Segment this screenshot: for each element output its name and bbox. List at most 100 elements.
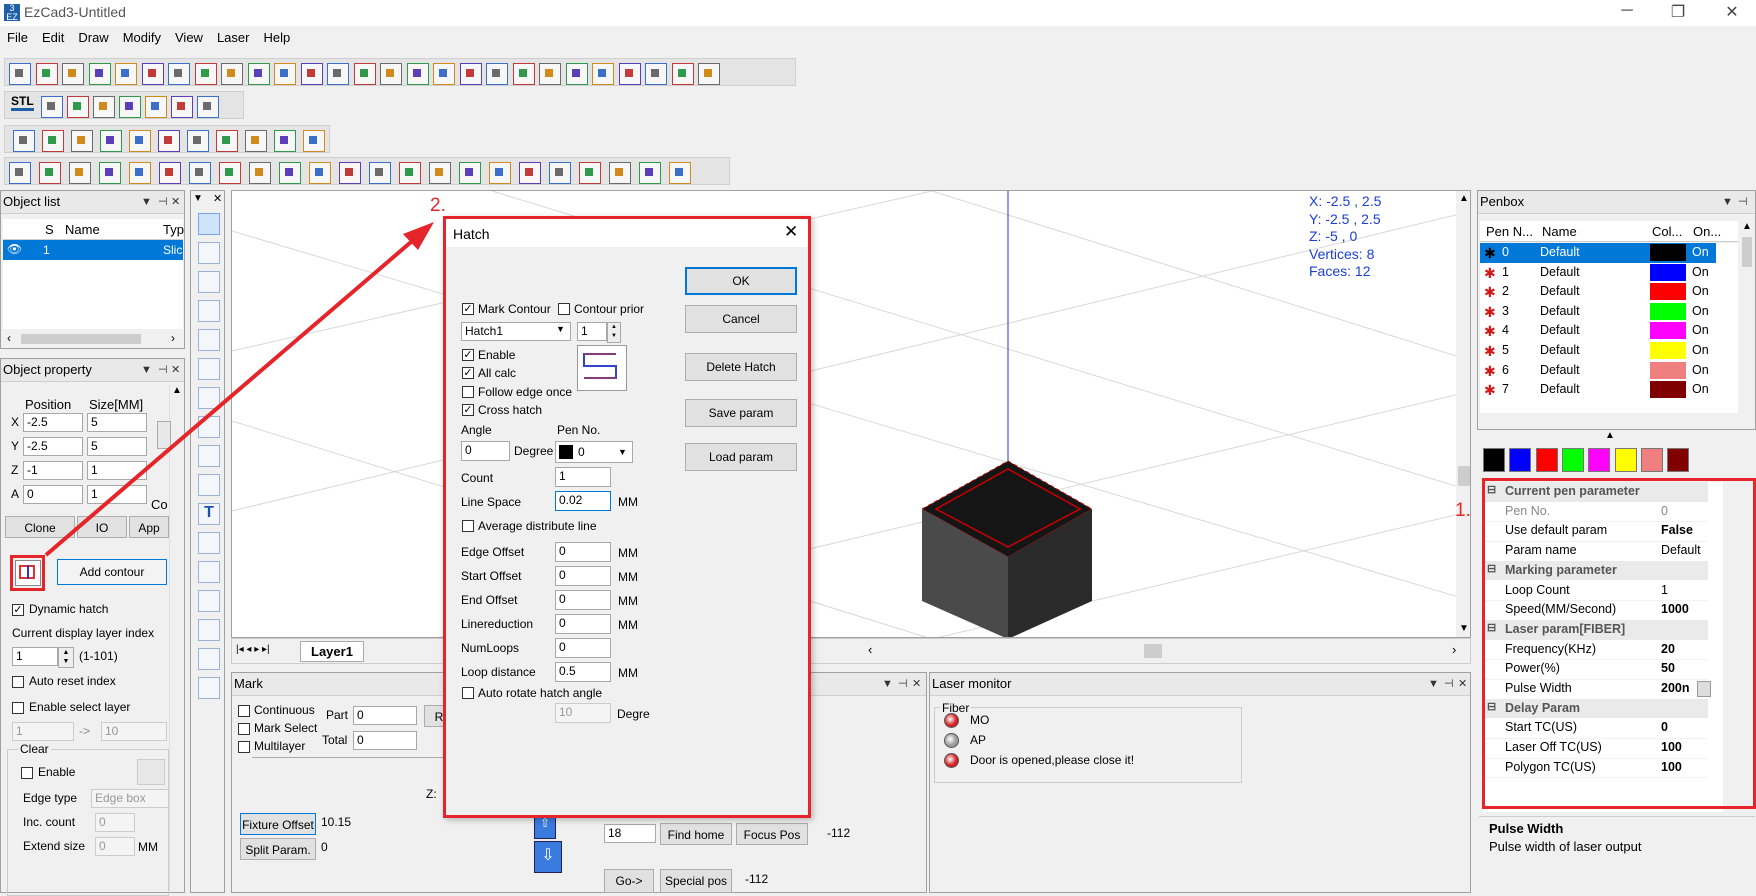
pen-color-swatch[interactable] [1650, 361, 1686, 379]
toolbar-tool-icon[interactable] [216, 130, 238, 152]
extend-size-input[interactable]: 0 [95, 837, 135, 856]
apply-button[interactable]: App [129, 516, 169, 538]
toolbar-tool-icon[interactable] [339, 162, 361, 184]
pen-row[interactable]: ✱ 0 Default On [1480, 243, 1716, 263]
column-type[interactable]: Typ [163, 222, 184, 237]
arrow-down-icon[interactable]: ⇩ [534, 841, 562, 873]
clear-hatch-button[interactable] [137, 759, 165, 785]
add-contour-button[interactable]: Add contour [57, 559, 167, 585]
toolbar-tool-icon[interactable] [99, 162, 121, 184]
close-icon[interactable]: ✕ [1717, 2, 1747, 22]
dynamic-hatch-checkbox[interactable]: ✓ [12, 604, 24, 616]
position-input[interactable]: -2.5 [23, 437, 83, 456]
toolbar-tool-icon[interactable] [519, 162, 541, 184]
position-input[interactable]: -1 [23, 461, 83, 480]
toolbar-tool-icon[interactable] [565, 63, 588, 85]
toolbar-tool-icon[interactable] [41, 96, 63, 118]
collapse-arrow-icon[interactable]: ▲ [1605, 430, 1615, 441]
pen-row[interactable]: ✱ 6 Default On [1480, 361, 1716, 381]
toolbar-tool-icon[interactable] [671, 63, 694, 85]
arrow-up-icon[interactable]: ⇧ [534, 815, 556, 839]
toolbar-tool-icon[interactable] [698, 63, 720, 85]
toolbar-tool-icon[interactable] [93, 96, 115, 118]
layer-index-input[interactable]: 1 [12, 647, 58, 666]
multilayer-checkbox[interactable] [238, 741, 250, 753]
first-layer-icon[interactable]: |◂ ◂ ▸ ▸| [236, 644, 270, 655]
column-on[interactable]: On... [1693, 224, 1721, 239]
toolbar-tool-icon[interactable] [353, 63, 376, 85]
toolbar-tool-icon[interactable] [39, 162, 61, 184]
toolbar-tool-icon[interactable] [609, 162, 631, 184]
toolbar-tool-icon[interactable] [303, 130, 325, 152]
horizontal-scrollbar[interactable]: ‹ › [3, 331, 183, 347]
toolbar-tool-icon[interactable] [549, 162, 571, 184]
position-input[interactable]: 0 [23, 485, 83, 504]
toolbar-tool-icon[interactable] [309, 162, 331, 184]
image-icon[interactable] [198, 561, 220, 583]
color-swatch[interactable] [1535, 448, 1558, 472]
menu-item-view[interactable]: View [168, 28, 210, 47]
step-input[interactable]: 18 [604, 824, 656, 843]
size-input[interactable]: 5 [87, 413, 147, 432]
toolbar-tool-icon[interactable] [245, 130, 267, 152]
toolbar-tool-icon[interactable] [369, 162, 391, 184]
special-pos-button[interactable]: Special pos [660, 869, 732, 893]
part-input[interactable]: 0 [353, 706, 417, 725]
toolbar-tool-icon[interactable] [187, 130, 209, 152]
focus-pos-input[interactable]: -112 [824, 825, 900, 844]
toolbox-dropdown-icon[interactable]: ▼ [193, 193, 203, 204]
color-swatch[interactable] [1667, 448, 1690, 472]
edge-type-select[interactable]: Edge box [91, 789, 169, 808]
column-pen-no[interactable]: Pen N... [1486, 224, 1533, 239]
toolbar-tool-icon[interactable] [579, 162, 601, 184]
eye-icon[interactable]: 👁 [7, 242, 22, 256]
maximize-icon[interactable]: ❐ [1663, 2, 1693, 22]
color-swatch[interactable] [1588, 448, 1611, 472]
vector-file-icon[interactable] [198, 590, 220, 612]
viewport[interactable]: X: -2.5 , 2.5 Y: -2.5 , 2.5 Z: -5 , 0 Verti… [231, 190, 1471, 638]
pen-row[interactable]: ✱ 1 Default On [1480, 263, 1716, 283]
toolbar-tool-icon[interactable] [274, 130, 296, 152]
toolbar-tool-icon[interactable] [539, 63, 561, 85]
output-port-icon[interactable] [198, 677, 220, 699]
toolbar-tool-icon[interactable] [168, 63, 190, 85]
toolbar-tool-icon[interactable] [194, 63, 217, 85]
viewport-hscroll[interactable]: ‹ › [864, 642, 1468, 660]
table-row[interactable]: 👁 1 Slic [3, 240, 183, 260]
size-input[interactable]: 5 [87, 437, 147, 456]
point-icon[interactable] [198, 271, 220, 293]
toolbar-tool-icon[interactable] [189, 162, 211, 184]
size-input[interactable]: 1 [87, 461, 147, 480]
text-icon[interactable]: T [198, 503, 220, 525]
close-panel-icon[interactable]: ✕ [912, 673, 921, 695]
pen-row[interactable]: ✱ 2 Default On [1480, 282, 1716, 302]
toolbar-tool-icon[interactable] [119, 96, 141, 118]
toolbar-tool-icon[interactable] [592, 63, 614, 85]
menu-item-draw[interactable]: Draw [71, 28, 115, 47]
focus-pos-button[interactable]: Focus Pos [736, 823, 808, 845]
toolbar-tool-icon[interactable] [618, 63, 641, 85]
toolbar-tool-icon[interactable] [639, 162, 661, 184]
split-param-button[interactable]: Split Param. [240, 838, 316, 860]
hatch-icon[interactable] [15, 560, 41, 586]
toolbar-tool-icon[interactable] [129, 130, 151, 152]
pin-icon[interactable]: ⊣ [898, 673, 908, 695]
size-input[interactable]: 1 [87, 485, 147, 504]
toolbar-tool-icon[interactable] [62, 63, 84, 85]
dropdown-icon[interactable]: ▼ [1428, 673, 1439, 695]
toolbar-tool-icon[interactable] [512, 63, 535, 85]
ellipse-icon[interactable] [198, 416, 220, 438]
toolbar-tool-icon[interactable] [221, 63, 243, 85]
color-swatch[interactable] [1614, 448, 1637, 472]
rectangle-icon[interactable] [198, 358, 220, 380]
go-button[interactable]: Go-> [604, 869, 654, 893]
pen-color-swatch[interactable] [1650, 263, 1686, 281]
toolbar-tool-icon[interactable] [145, 96, 167, 118]
mark-select-checkbox[interactable] [238, 723, 250, 735]
pen-on[interactable]: On [1692, 284, 1709, 298]
menu-item-edit[interactable]: Edit [35, 28, 71, 47]
toolbar-tool-icon[interactable] [669, 162, 691, 184]
dropdown-icon[interactable]: ▼ [882, 673, 893, 695]
toolbar-tool-icon[interactable] [71, 130, 93, 152]
minimize-icon[interactable]: ─ [1612, 2, 1642, 20]
